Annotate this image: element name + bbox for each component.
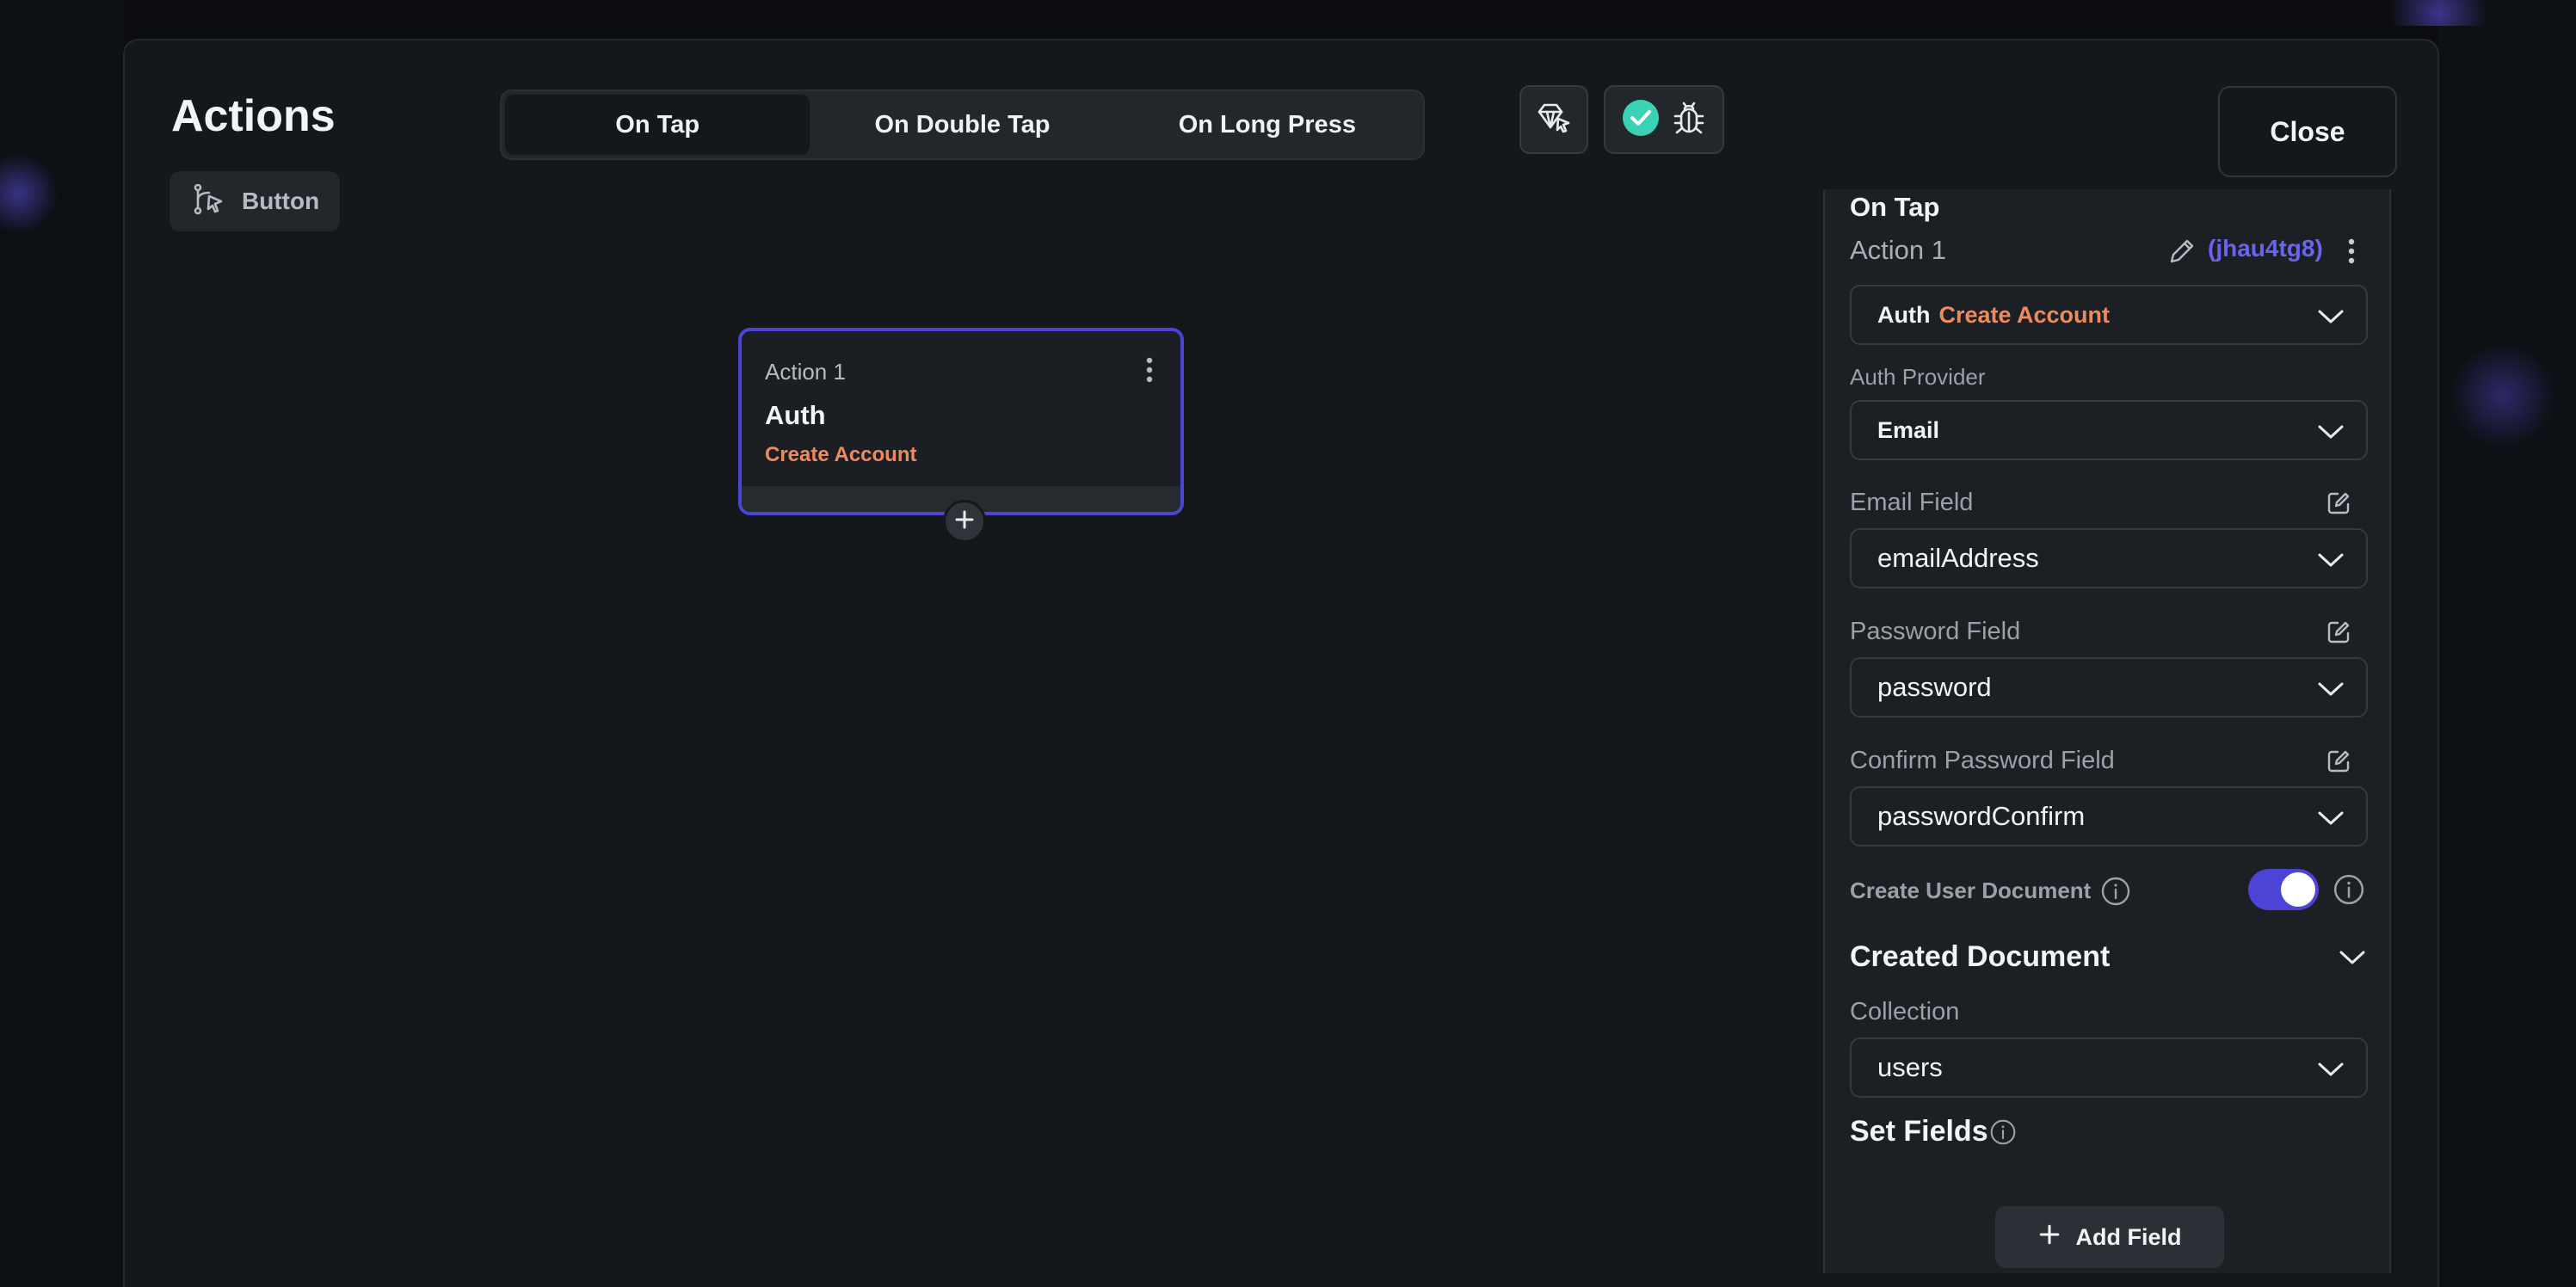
bug-icon — [1672, 99, 1706, 141]
chevron-down-icon[interactable] — [2338, 945, 2367, 975]
trigger-title: On Tap — [1850, 192, 1940, 222]
edit-square-icon[interactable] — [2326, 490, 2351, 520]
chevron-down-icon — [2316, 547, 2345, 577]
background-glow — [2447, 344, 2559, 447]
action-type-select[interactable]: Auth Create Account — [1850, 285, 2368, 345]
add-action-button[interactable] — [943, 500, 986, 543]
info-icon[interactable] — [2333, 873, 2365, 910]
created-document-title: Created Document — [1850, 940, 2111, 973]
ai-assist-button[interactable] — [1519, 85, 1588, 154]
action-node-type: Auth — [765, 400, 826, 430]
add-field-label: Add Field — [2075, 1223, 2182, 1250]
chevron-down-icon — [2316, 676, 2345, 706]
chevron-down-icon — [2316, 805, 2345, 835]
edit-square-icon[interactable] — [2326, 748, 2351, 779]
chevron-down-icon — [2316, 1056, 2345, 1087]
password-field-select[interactable]: password — [1850, 657, 2368, 717]
auth-provider-label: Auth Provider — [1850, 364, 1986, 390]
action-node[interactable]: Action 1 Auth Create Account — [738, 328, 1184, 543]
gem-cursor-icon — [1536, 100, 1572, 140]
email-field-select[interactable]: emailAddress — [1850, 528, 2368, 588]
confirm-password-field-value: passwordConfirm — [1877, 801, 2086, 831]
auth-provider-value: Email — [1877, 416, 1940, 443]
action-properties-panel: On Tap Action 1 (jhau4tg8) Auth Create A… — [1823, 189, 2391, 1273]
email-field-label: Email Field — [1850, 489, 1974, 516]
close-button[interactable]: Close — [2218, 86, 2397, 177]
action-type-value: Auth — [1877, 301, 1931, 328]
create-user-document-toggle[interactable] — [2248, 869, 2319, 910]
chevron-down-icon — [2316, 419, 2345, 449]
check-circle-icon — [1622, 99, 1660, 141]
background-right-pane — [2438, 0, 2576, 1287]
action-node-label: Action 1 — [765, 359, 846, 385]
background-glow — [2370, 0, 2507, 26]
widget-chip[interactable]: Button — [169, 171, 340, 231]
background-glow — [0, 155, 60, 232]
trigger-tabs: On Tap On Double Tap On Long Press — [500, 89, 1425, 160]
plus-icon — [954, 509, 975, 534]
tab-on-tap[interactable]: On Tap — [505, 95, 810, 155]
info-icon[interactable] — [1989, 1118, 2017, 1150]
confirm-password-field-select[interactable]: passwordConfirm — [1850, 786, 2368, 847]
more-vertical-icon[interactable] — [2346, 238, 2357, 268]
panel-action-label: Action 1 — [1850, 235, 1947, 265]
chevron-down-icon — [2316, 304, 2345, 334]
password-field-label: Password Field — [1850, 618, 2021, 645]
create-user-document-label: Create User Document — [1850, 878, 2092, 903]
collection-select[interactable]: users — [1850, 1038, 2368, 1098]
confirm-password-field-label: Confirm Password Field — [1850, 747, 2115, 774]
widget-chip-label: Button — [242, 188, 320, 214]
email-field-value: emailAddress — [1877, 543, 2039, 573]
page-title: Actions — [171, 91, 336, 141]
info-icon[interactable] — [2100, 876, 2131, 911]
edit-square-icon[interactable] — [2326, 619, 2351, 650]
plus-icon — [2038, 1223, 2061, 1252]
set-fields-title: Set Fields — [1850, 1115, 1988, 1148]
auth-provider-select[interactable]: Email — [1850, 400, 2368, 460]
more-vertical-icon[interactable] — [1144, 357, 1155, 387]
action-id-link[interactable]: (jhau4tg8) — [2208, 235, 2323, 262]
tab-on-long-press[interactable]: On Long Press — [1115, 95, 1420, 155]
action-node-subtype: Create Account — [765, 443, 917, 466]
action-subtype-value: Create Account — [1938, 301, 2111, 328]
toggle-knob — [2281, 872, 2315, 907]
password-field-value: password — [1877, 672, 1992, 702]
collection-value: users — [1877, 1052, 1943, 1082]
collection-label: Collection — [1850, 998, 1960, 1025]
add-field-button[interactable]: Add Field — [1995, 1206, 2224, 1268]
branch-cursor-icon — [192, 182, 226, 221]
pencil-icon[interactable] — [2167, 237, 2197, 270]
debug-status-button[interactable] — [1604, 85, 1724, 154]
tab-on-double-tap[interactable]: On Double Tap — [810, 95, 1114, 155]
